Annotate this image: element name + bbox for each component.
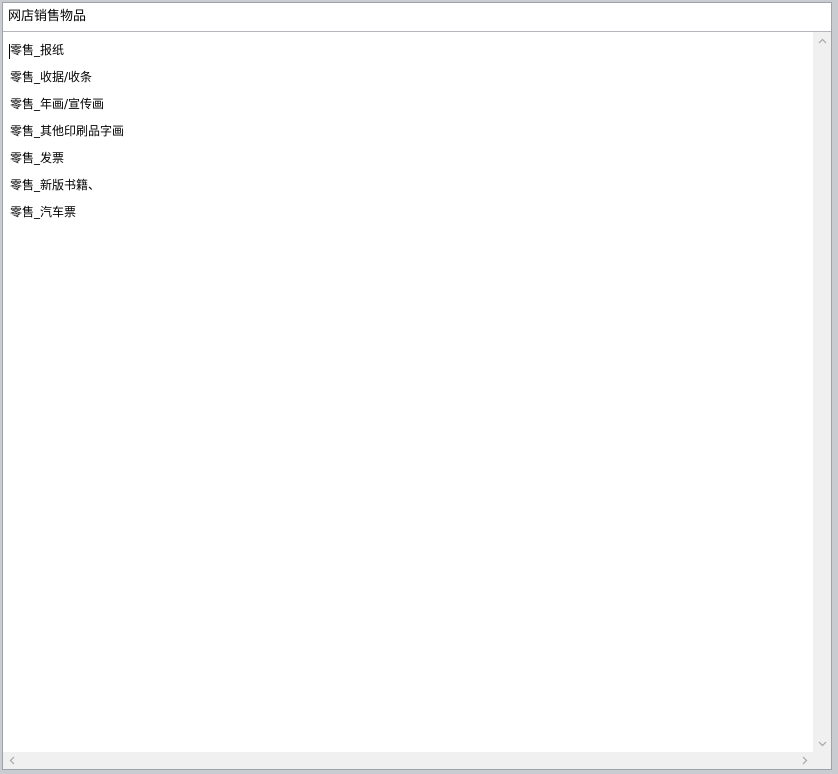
editor-line: 零售_发票 [10, 151, 65, 165]
text-caret [9, 44, 10, 59]
editor-line: 零售_报纸 [10, 43, 65, 57]
chevron-up-icon[interactable] [813, 32, 831, 49]
window-frame: 网店销售物品 零售_报纸 零售_收据/收条 零售_年画/宣传画 零售_其他印刷品… [2, 2, 832, 770]
horizontal-scrollbar[interactable] [3, 752, 813, 769]
vertical-scroll-track[interactable] [813, 49, 831, 735]
editor-line: 零售_年画/宣传画 [10, 97, 105, 111]
chevron-down-icon[interactable] [813, 735, 831, 752]
text-editor[interactable]: 零售_报纸 零售_收据/收条 零售_年画/宣传画 零售_其他印刷品字画 零售_发… [3, 32, 831, 769]
editor-line: 零售_收据/收条 [10, 70, 93, 84]
header: 网店销售物品 [3, 3, 831, 32]
editor-line: 零售_汽车票 [10, 205, 77, 219]
chevron-left-icon[interactable] [3, 752, 20, 769]
vertical-scrollbar[interactable] [813, 32, 831, 752]
window-title: 网店销售物品 [8, 9, 87, 24]
scrollbar-corner [813, 752, 831, 769]
editor-line: 零售_新版书籍、 [10, 178, 101, 192]
editor-content[interactable]: 零售_报纸 零售_收据/收条 零售_年画/宣传画 零售_其他印刷品字画 零售_发… [3, 32, 813, 752]
chevron-right-icon[interactable] [796, 752, 813, 769]
horizontal-scroll-track[interactable] [20, 752, 796, 769]
editor-line: 零售_其他印刷品字画 [10, 124, 125, 138]
